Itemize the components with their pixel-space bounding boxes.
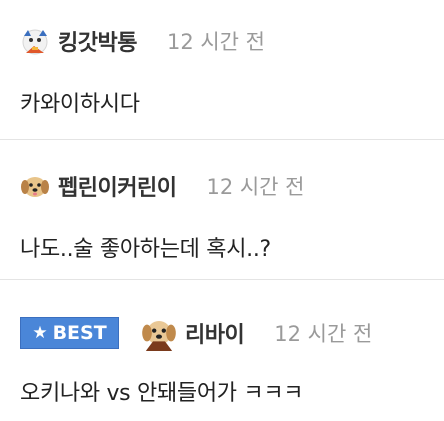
comment-header: ★ BEST 리바이 12 시간 전 [20,315,373,351]
comment-time: 12 시간 전 [206,175,305,199]
comment-text: 오키나와 vs 안돼들어가 ㅋㅋㅋ [20,381,304,406]
star-icon: ★ [32,323,48,343]
comment-item: ★ BEST 리바이 12 시간 전 오키나와 vs 안돼들어가 ㅋㅋㅋ [0,280,444,421]
comment-header: 킹갓박통 12 시간 전 [20,25,265,57]
best-badge-label: BEST [52,322,107,344]
comment-text: 나도..술 좋아하는데 혹시..? [20,237,271,262]
comment-text: 카와이하시다 [20,92,140,117]
comment-nickname[interactable]: 킹갓박통 [58,25,137,57]
comment-nickname[interactable]: 펩린이커린이 [58,170,177,202]
comment-item: 펩린이커린이 12 시간 전 나도..술 좋아하는데 혹시..? [0,140,444,280]
comment-list: 킹갓박통 12 시간 전 카와이하시다 펩린이커린이 12 시간 전 나도..술… [0,0,444,421]
puppy-avatar-icon[interactable] [141,315,177,351]
comment-header: 펩린이커린이 12 시간 전 [20,170,305,202]
comment-time: 12 시간 전 [274,322,373,346]
best-badge: ★ BEST [20,317,119,349]
puppy-avatar-icon[interactable] [20,171,50,201]
comment-time: 12 시간 전 [166,30,266,54]
comment-item: 킹갓박통 12 시간 전 카와이하시다 [0,0,444,140]
comment-nickname[interactable]: 리바이 [185,317,245,349]
cartoon-avatar-icon[interactable] [20,26,50,56]
